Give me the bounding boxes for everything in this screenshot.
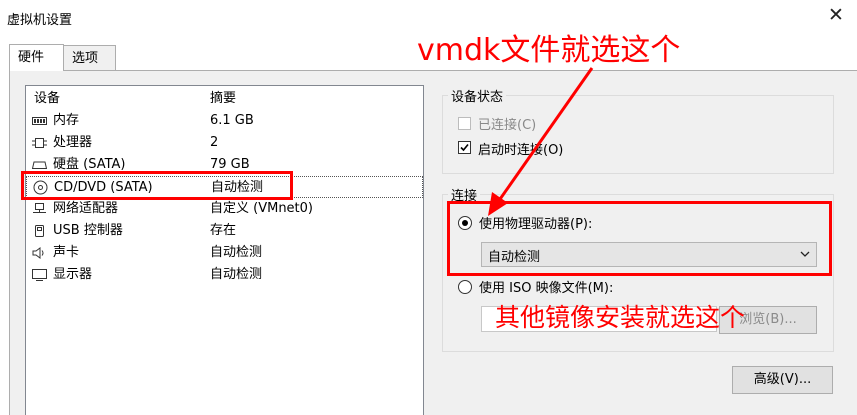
device-row-display[interactable]: 显示器 自动检测 — [26, 264, 423, 286]
usb-icon — [35, 225, 44, 237]
device-row-usb-controller[interactable]: USB 控制器 存在 — [26, 220, 423, 242]
processor-icon — [32, 138, 47, 148]
column-header-device[interactable]: 设备 — [34, 88, 60, 110]
annotation-bottom: 其他镜像安装就选这个 — [495, 303, 746, 332]
device-name: 显示器 — [53, 267, 93, 282]
device-name: 声卡 — [53, 245, 80, 260]
hard-disk-icon — [32, 161, 47, 169]
device-name: USB 控制器 — [53, 223, 123, 238]
device-row-memory[interactable]: 内存 6.1 GB — [26, 110, 423, 132]
sound-card-icon — [32, 247, 44, 259]
tab-options[interactable]: 选项 — [63, 45, 116, 70]
checkmark-icon — [460, 143, 469, 152]
display-icon — [32, 269, 47, 281]
window-title: 虚拟机设置 — [7, 13, 73, 28]
device-row-processor[interactable]: 处理器 2 — [26, 132, 423, 154]
device-list-header: 设备 摘要 — [26, 88, 423, 110]
connect-at-power-on-checkbox[interactable] — [458, 141, 471, 154]
device-summary: 自定义 (VMnet0) — [210, 201, 313, 216]
device-row-sound-card[interactable]: 声卡 自动检测 — [26, 242, 423, 264]
device-summary: 6.1 GB — [210, 113, 254, 128]
annotation-arrow — [488, 67, 594, 216]
device-name: 内存 — [53, 113, 80, 128]
device-name: 网络适配器 — [53, 201, 119, 216]
device-list[interactable]: 设备 摘要 内存 6.1 GB 处理器 2 硬盘 (SATA) 79 GB CD… — [25, 85, 424, 415]
device-summary: 存在 — [210, 223, 237, 238]
advanced-button[interactable]: 高级(V)... — [732, 366, 833, 394]
connected-checkbox[interactable] — [458, 117, 471, 130]
network-adapter-icon — [33, 203, 46, 213]
device-summary: 自动检测 — [210, 245, 263, 260]
device-summary: 自动检测 — [210, 267, 263, 282]
memory-icon — [32, 117, 47, 125]
device-summary: 2 — [210, 135, 219, 150]
iso-image-radio[interactable] — [458, 280, 472, 294]
column-header-summary[interactable]: 摘要 — [210, 88, 236, 110]
tab-hardware[interactable]: 硬件 — [9, 44, 64, 71]
iso-image-label: 使用 ISO 映像文件(M): — [479, 281, 614, 296]
device-name: 处理器 — [53, 135, 93, 150]
device-row-network-adapter[interactable]: 网络适配器 自定义 (VMnet0) — [26, 198, 423, 220]
close-icon[interactable]: ✕ — [826, 3, 846, 27]
highlight-cd-dvd — [21, 171, 293, 200]
